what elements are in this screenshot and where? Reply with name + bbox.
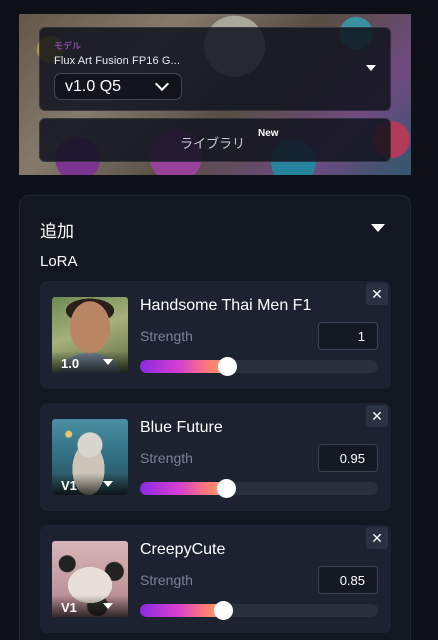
lora-version[interactable]: V1 (61, 478, 77, 493)
lora-name: Blue Future (140, 419, 223, 436)
lora-thumbnail[interactable]: 1.0 (52, 297, 128, 373)
close-icon[interactable]: ✕ (366, 405, 388, 427)
strength-label: Strength (140, 450, 193, 466)
model-label: モデル (54, 41, 82, 51)
lora-card: 1.0 Handsome Thai Men F1 Strength 1 ✕ (40, 281, 391, 389)
strength-input[interactable]: 0.85 (318, 566, 378, 594)
close-icon[interactable]: ✕ (366, 283, 388, 305)
lora-name: CreepyCute (140, 541, 226, 558)
library-button[interactable]: ライブラリ New (39, 118, 391, 162)
lora-version[interactable]: V1 (61, 600, 77, 615)
version-value: v1.0 Q5 (65, 78, 122, 95)
version-select[interactable]: v1.0 Q5 (54, 73, 182, 100)
slider-handle[interactable] (214, 601, 234, 620)
caret-down-icon[interactable] (103, 359, 113, 365)
slider-fill (140, 360, 229, 373)
strength-input[interactable]: 0.95 (318, 444, 378, 472)
lora-card: V1 CreepyCute Strength 0.85 ✕ (40, 525, 391, 633)
strength-slider[interactable] (140, 357, 378, 376)
add-section-title[interactable]: 追加 (40, 217, 74, 242)
model-name: Flux Art Fusion FP16 G... (54, 55, 180, 67)
strength-input[interactable]: 1 (318, 322, 378, 350)
lora-thumbnail[interactable]: V1 (52, 419, 128, 495)
model-selector[interactable]: モデル Flux Art Fusion FP16 G... v1.0 Q5 (39, 27, 391, 111)
chevron-down-icon (154, 76, 170, 92)
strength-slider[interactable] (140, 601, 378, 620)
caret-down-icon[interactable] (103, 603, 113, 609)
close-icon[interactable]: ✕ (366, 527, 388, 549)
strength-slider[interactable] (140, 479, 378, 498)
strength-value: 0.95 (339, 451, 365, 466)
new-badge: New (258, 128, 279, 139)
slider-fill (140, 604, 225, 617)
slider-handle[interactable] (218, 357, 238, 376)
strength-label: Strength (140, 328, 193, 344)
lora-thumbnail[interactable]: V1 (52, 541, 128, 617)
slider-handle[interactable] (216, 479, 236, 498)
lora-section-label: LoRA (40, 253, 78, 270)
lora-name: Handsome Thai Men F1 (140, 297, 312, 314)
strength-label: Strength (140, 572, 193, 588)
caret-down-icon[interactable] (371, 224, 385, 232)
lora-card: V1 Blue Future Strength 0.95 ✕ (40, 403, 391, 511)
strength-value: 1 (357, 329, 365, 344)
strength-value: 0.85 (339, 573, 365, 588)
lora-version[interactable]: 1.0 (61, 356, 79, 371)
caret-down-icon[interactable] (103, 481, 113, 487)
caret-down-icon[interactable] (366, 65, 376, 71)
library-label: ライブラリ (180, 136, 246, 151)
slider-fill (140, 482, 227, 495)
